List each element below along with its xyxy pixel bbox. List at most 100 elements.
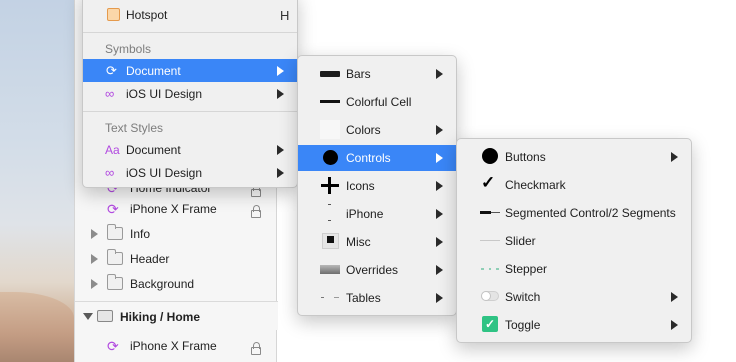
- menu-item-label: Document: [126, 143, 181, 157]
- text-style-icon: Aa: [105, 143, 120, 157]
- submenu-arrow-icon: [436, 125, 443, 135]
- menu-item-toggle[interactable]: ✓ Toggle: [457, 313, 691, 336]
- symbol-icon: ⟳: [106, 63, 117, 78]
- menu-item-slider[interactable]: Slider: [457, 229, 691, 252]
- stepper-thumbnail-dot: [496, 268, 499, 270]
- iphone-thumbnail-icon: [328, 204, 331, 205]
- layer-row-background[interactable]: Background: [75, 272, 278, 297]
- submenu-arrow-icon: [436, 265, 443, 275]
- submenu-arrow-icon: [671, 152, 678, 162]
- stepper-thumbnail-icon: [481, 268, 484, 270]
- tables-thumbnail-icon: [321, 297, 324, 298]
- menu-item-label: Icons: [346, 179, 375, 193]
- segmented-control-thumbnail-right: [491, 212, 500, 213]
- section-header-symbols: Symbols: [105, 42, 152, 56]
- desktop-wallpaper: [0, 0, 74, 362]
- menu-item-label: Slider: [505, 234, 536, 248]
- menu-item-label: Segmented Control/2 Segments: [505, 206, 676, 220]
- menu-item-label: Tables: [346, 291, 381, 305]
- layer-label: Background: [130, 277, 195, 291]
- menu-item-label: Bars: [346, 67, 371, 81]
- menu-item-tables[interactable]: Tables: [298, 286, 456, 309]
- artboard-label: Hiking / Home: [120, 310, 201, 324]
- menu-item-stepper[interactable]: Stepper: [457, 257, 691, 280]
- disclosure-triangle-icon[interactable]: [91, 229, 98, 239]
- menu-item-symbols-document[interactable]: ⟳ Document: [83, 59, 297, 82]
- menu-item-label: Checkmark: [505, 178, 566, 192]
- menu-separator: [83, 32, 297, 33]
- submenu-arrow-icon: [436, 181, 443, 191]
- menu-item-colorful-cell[interactable]: Colorful Cell: [298, 90, 456, 113]
- layer-row-header[interactable]: Header: [75, 247, 278, 272]
- cell-thumbnail-icon: [320, 100, 340, 103]
- menu-item-icons[interactable]: Icons: [298, 174, 456, 197]
- library-icon: ∞: [105, 86, 115, 101]
- menu-item-iphone[interactable]: iPhone: [298, 202, 456, 225]
- menu-item-buttons[interactable]: Buttons: [457, 145, 691, 168]
- menu-item-segmented-control[interactable]: Segmented Control/2 Segments: [457, 201, 691, 224]
- menu-item-label: Toggle: [505, 318, 541, 332]
- library-icon: ∞: [105, 165, 115, 180]
- folder-icon: [107, 249, 123, 265]
- menu-item-label: iOS UI Design: [126, 87, 203, 101]
- controls-submenu: Buttons ✓ Checkmark Segmented Control/2 …: [456, 138, 692, 343]
- submenu-arrow-icon: [277, 168, 284, 178]
- submenu-arrow-icon: [277, 145, 284, 155]
- menu-item-label: Buttons: [505, 150, 546, 164]
- symbol-instance-icon: ⟳: [107, 201, 119, 217]
- menu-item-label: Colors: [346, 123, 381, 137]
- menu-item-colors[interactable]: Colors: [298, 118, 456, 141]
- folder-icon: [107, 274, 123, 290]
- menu-item-controls[interactable]: Controls: [298, 145, 456, 171]
- submenu-arrow-icon: [277, 66, 284, 76]
- layer-label: Info: [130, 227, 151, 241]
- document-submenu: Bars Colorful Cell Colors Controls Icons…: [297, 55, 457, 316]
- plus-icon-vertical: [328, 177, 331, 194]
- submenu-arrow-icon: [671, 292, 678, 302]
- segmented-control-thumbnail-icon: [480, 211, 491, 214]
- menu-item-symbols-ios-ui-design[interactable]: ∞ iOS UI Design: [83, 82, 297, 105]
- layer-row-iphone-x-frame[interactable]: ⟳ iPhone X Frame: [75, 197, 278, 222]
- lock-icon[interactable]: [251, 205, 261, 218]
- colors-thumbnail-icon: [320, 120, 340, 139]
- bars-thumbnail-icon: [320, 71, 340, 77]
- submenu-arrow-icon: [277, 89, 284, 99]
- insert-menu: Hotspot H Symbols ⟳ Document ∞ iOS UI De…: [82, 0, 298, 188]
- misc-thumbnail-square: [327, 236, 334, 243]
- menu-item-text-styles-document[interactable]: Aa Document: [83, 138, 297, 161]
- section-header-text-styles: Text Styles: [105, 121, 164, 135]
- submenu-arrow-icon: [671, 320, 678, 330]
- menu-item-misc[interactable]: Misc: [298, 230, 456, 253]
- lock-icon[interactable]: [251, 342, 261, 355]
- submenu-arrow-icon: [436, 293, 443, 303]
- menu-item-switch[interactable]: Switch: [457, 285, 691, 308]
- disclosure-triangle-icon[interactable]: [91, 254, 98, 264]
- menu-item-overrides[interactable]: Overrides: [298, 258, 456, 281]
- menu-item-label: iOS UI Design: [126, 166, 203, 180]
- menu-item-text-styles-ios-ui-design[interactable]: ∞ iOS UI Design: [83, 161, 297, 184]
- artboard-row-hiking-home[interactable]: Hiking / Home: [75, 301, 278, 330]
- menu-item-hotspot[interactable]: Hotspot H: [83, 3, 297, 26]
- menu-item-label: Document: [126, 64, 181, 78]
- disclosure-open-icon[interactable]: [83, 313, 93, 320]
- layer-label: iPhone X Frame: [130, 339, 217, 353]
- slider-thumbnail-icon: [480, 240, 500, 241]
- menu-item-label: Hotspot: [126, 8, 168, 22]
- menu-item-checkmark[interactable]: ✓ Checkmark: [457, 173, 691, 196]
- lock-icon[interactable]: [251, 184, 261, 197]
- checkmark-icon: ✓: [481, 173, 496, 192]
- submenu-arrow-icon: [436, 209, 443, 219]
- menu-separator: [83, 111, 297, 112]
- submenu-arrow-icon: [436, 153, 443, 163]
- submenu-arrow-icon: [436, 237, 443, 247]
- layer-row-info[interactable]: Info: [75, 222, 278, 247]
- menu-item-label: Overrides: [346, 263, 399, 277]
- menu-item-label: Misc: [346, 235, 371, 249]
- layer-row-iphone-x-frame-2[interactable]: ⟳ iPhone X Frame: [75, 334, 278, 359]
- disclosure-triangle-icon[interactable]: [91, 279, 98, 289]
- keyboard-shortcut: H: [280, 8, 290, 23]
- overrides-thumbnail-icon: [320, 265, 340, 274]
- stepper-thumbnail-dot: [489, 268, 491, 270]
- menu-item-bars[interactable]: Bars: [298, 62, 456, 85]
- layer-label: iPhone X Frame: [130, 202, 217, 216]
